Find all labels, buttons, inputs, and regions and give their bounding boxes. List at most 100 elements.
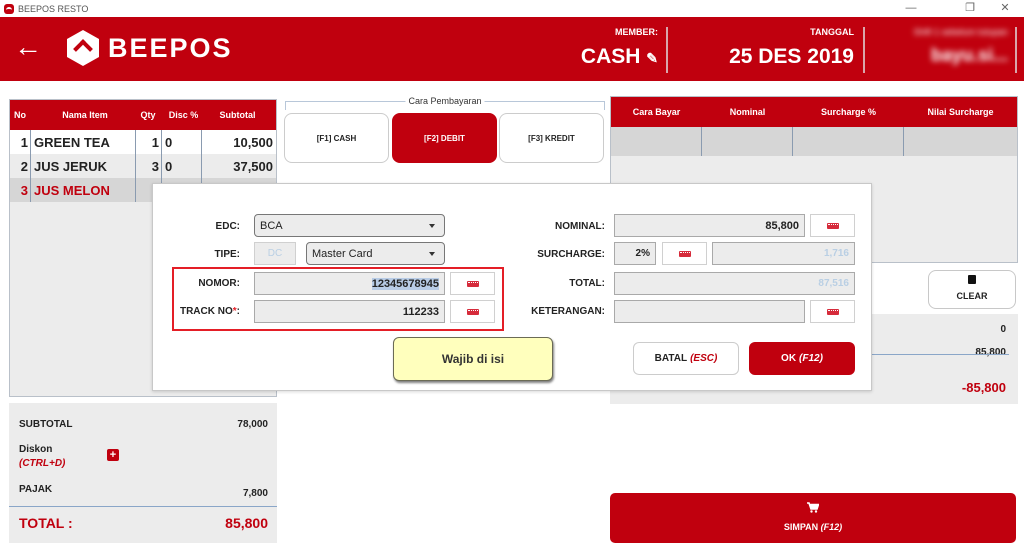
ok-shortcut: (F12): [799, 353, 823, 364]
required-tooltip: Wajib di isi: [393, 337, 553, 381]
date-block: TANGGAL 25 DES 2019: [694, 27, 854, 69]
ok-label: OK: [781, 353, 797, 364]
member-value: CASH: [580, 45, 641, 68]
clear-label: CLEAR: [956, 291, 988, 301]
chevron-down-icon: [429, 224, 435, 228]
edit-pencil-icon[interactable]: ✎: [646, 50, 658, 66]
keterangan-keyboard-button[interactable]: [810, 300, 855, 323]
order-summary: SUBTOTAL 78,000 Diskon (CTRL+D) + PAJAK …: [9, 403, 277, 543]
logo-text: BEEPOS: [108, 32, 233, 63]
card-type-select[interactable]: Master Card: [306, 242, 445, 265]
keyboard-icon: [826, 222, 839, 229]
row-no: 2: [10, 154, 31, 178]
surcharge-pct-input[interactable]: 2%: [614, 242, 656, 265]
paid-value: 0: [1000, 324, 1006, 335]
surcharge-value: 1,716: [712, 242, 855, 265]
user-block: Shift 1 sebelum tutupan bayu.si...: [878, 27, 1008, 66]
diskon-shortcut: (CTRL+D): [19, 458, 66, 469]
user-shift-label: Shift 1 sebelum tutupan: [913, 27, 1008, 37]
col-surcharge-pct: Surcharge %: [820, 107, 877, 117]
required-fields-highlight: [172, 267, 504, 331]
back-arrow-icon[interactable]: ←: [14, 33, 42, 61]
pay-debit-button[interactable]: [F2] DEBIT: [392, 113, 497, 163]
payment-method-title: Cara Pembayaran: [405, 96, 485, 106]
total-label: TOTAL :: [19, 515, 73, 531]
app-header: ← BEEPOS MEMBER: CASH ✎ TANGGAL 25 DES 2…: [0, 17, 1024, 81]
logo-mark-icon: [67, 30, 99, 66]
row-subtotal: 37,500: [233, 158, 273, 174]
header-divider: [863, 27, 865, 73]
table-row[interactable]: 2 JUS JERUK 3 0 37,500: [10, 154, 276, 178]
app-icon: [4, 3, 14, 14]
row-name: JUS JERUK: [31, 154, 136, 178]
add-diskon-button[interactable]: +: [107, 449, 119, 461]
ok-button[interactable]: OK (F12): [749, 342, 855, 375]
pay-cash-button[interactable]: [F1] CASH: [284, 113, 389, 163]
payment-method-group: Cara Pembayaran: [285, 96, 605, 110]
row-no: 1: [10, 130, 31, 154]
payment-table-row[interactable]: [611, 127, 1017, 156]
chevron-down-icon: [429, 252, 435, 256]
pajak-label: PAJAK: [19, 484, 53, 495]
row-name: JUS MELON: [31, 178, 136, 202]
tipe-code: DC: [254, 242, 296, 265]
beepos-logo: BEEPOS: [67, 30, 233, 66]
row-qty: 1: [136, 130, 162, 154]
date-label: TANGGAL: [810, 27, 854, 37]
keyboard-icon: [678, 250, 691, 257]
col-subtotal: Subtotal: [219, 110, 256, 120]
col-nama-item: Nama Item: [62, 110, 108, 120]
nominal-input[interactable]: 85,800: [614, 214, 805, 237]
card-type-value: Master Card: [312, 247, 373, 260]
date-value: 25 DES 2019: [729, 45, 854, 68]
header-divider: [666, 27, 668, 73]
member-label: MEMBER:: [615, 27, 658, 37]
nominal-label: NOMINAL:: [555, 221, 605, 232]
close-button[interactable]: ✕: [990, 0, 1020, 17]
col-qty: Qty: [140, 110, 156, 120]
row-disc: 0: [162, 130, 202, 154]
balance-value: -85,800: [961, 380, 1006, 395]
edc-value: BCA: [260, 219, 283, 232]
diskon-label: Diskon: [19, 444, 53, 455]
minimize-button[interactable]: —: [896, 0, 926, 17]
surcharge-label: SURCHARGE:: [537, 249, 605, 260]
total-value: 85,800: [225, 515, 268, 531]
row-disc: 0: [162, 154, 202, 178]
edc-select[interactable]: BCA: [254, 214, 445, 237]
total-value-modal: 87,516: [614, 272, 855, 295]
batal-shortcut: (ESC): [690, 353, 718, 364]
table-row[interactable]: 1 GREEN TEA 1 0 10,500: [10, 130, 276, 154]
restore-button[interactable]: ❐: [955, 0, 985, 17]
pay-kredit-button[interactable]: [F3] KREDIT: [499, 113, 604, 163]
cell-nominal: [702, 127, 793, 156]
window-title: BEEPOS RESTO: [18, 3, 89, 14]
row-no: 3: [10, 178, 31, 202]
header-divider: [1015, 27, 1017, 73]
order-table-header: No Nama Item Qty Disc % Subtotal: [10, 100, 276, 130]
due-value: 85,800: [975, 347, 1006, 358]
row-name: GREEN TEA: [31, 130, 136, 154]
nominal-keyboard-button[interactable]: [810, 214, 855, 237]
summary-divider: [9, 506, 277, 507]
subtotal-label: SUBTOTAL: [19, 419, 73, 430]
keterangan-input[interactable]: [614, 300, 805, 323]
col-no: No: [14, 110, 26, 120]
trash-icon: [929, 273, 1015, 285]
total-label-modal: TOTAL:: [569, 278, 605, 289]
simpan-shortcut: (F12): [820, 522, 843, 532]
surcharge-keyboard-button[interactable]: [662, 242, 707, 265]
batal-button[interactable]: BATAL (ESC): [633, 342, 739, 375]
simpan-label: SIMPAN: [783, 522, 819, 532]
col-nominal: Nominal: [729, 107, 766, 117]
edc-label: EDC:: [215, 221, 240, 232]
simpan-button[interactable]: SIMPAN (F12): [610, 493, 1016, 543]
subtotal-value: 78,000: [237, 419, 268, 430]
cart-icon: [610, 502, 1016, 514]
row-subtotal: 10,500: [233, 134, 273, 150]
member-block[interactable]: MEMBER: CASH ✎: [538, 27, 658, 69]
cell-nilai-surcharge: [904, 127, 1017, 156]
keterangan-label: KETERANGAN:: [531, 306, 605, 317]
col-disc: Disc %: [168, 110, 199, 120]
clear-button[interactable]: CLEAR: [928, 270, 1016, 309]
